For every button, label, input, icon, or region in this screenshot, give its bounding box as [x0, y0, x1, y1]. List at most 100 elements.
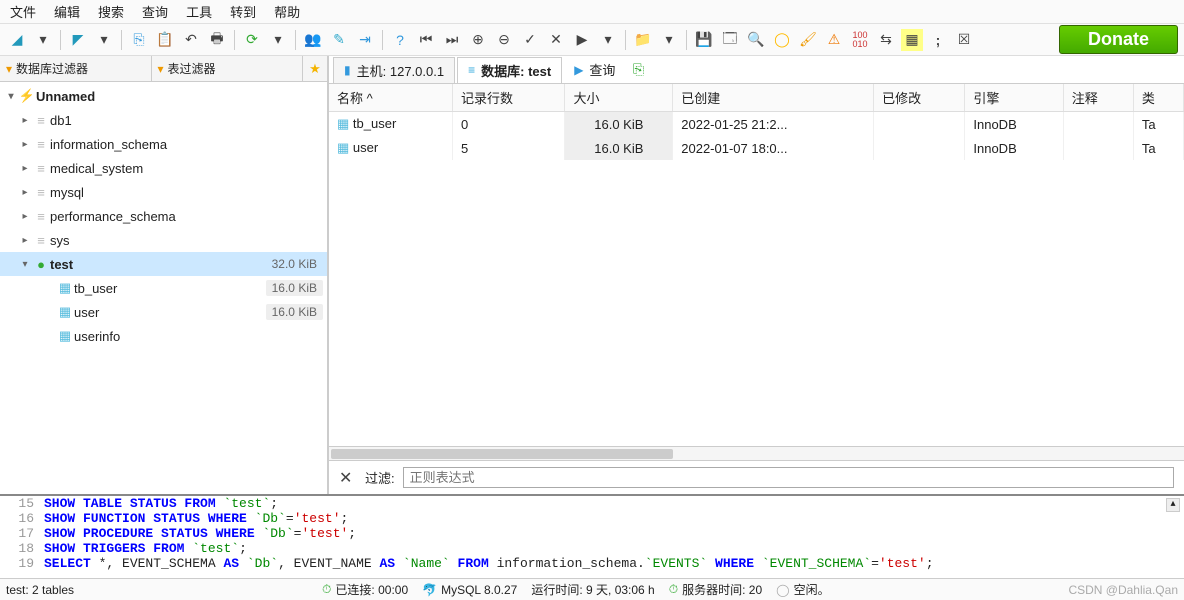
- server-icon: ⚡: [18, 88, 36, 104]
- copy-icon[interactable]: ⎘: [128, 29, 150, 51]
- edit-icon[interactable]: ✎: [328, 29, 350, 51]
- dropdown-icon[interactable]: ▾: [658, 29, 680, 51]
- watermark: CSDN @Dahlia.Qan: [1068, 583, 1178, 597]
- add-icon[interactable]: ⊕: [467, 29, 489, 51]
- column-header[interactable]: 记录行数: [452, 84, 564, 112]
- warning-icon[interactable]: ⚠: [823, 29, 845, 51]
- db-node-selected[interactable]: ▾ ● test 32.0 KiB: [0, 252, 327, 276]
- horizontal-scrollbar[interactable]: [329, 446, 1184, 460]
- highlight-icon[interactable]: ▦: [901, 29, 923, 51]
- db-node[interactable]: ▸ ≡ medical_system: [0, 156, 327, 180]
- table-icon: ▦: [56, 328, 74, 344]
- db-node[interactable]: ▸ ≡ sys: [0, 228, 327, 252]
- table-node[interactable]: ▦ user 16.0 KiB: [0, 300, 327, 324]
- database-icon: ≡: [32, 209, 50, 224]
- chevron-down-icon: ▾: [18, 259, 32, 270]
- disconnect-icon[interactable]: ◤: [67, 29, 89, 51]
- run-icon[interactable]: ▶: [571, 29, 593, 51]
- sql-line: 15SHOW TABLE STATUS FROM `test`;: [0, 496, 1184, 511]
- table-node[interactable]: ▦ tb_user 16.0 KiB: [0, 276, 327, 300]
- table-row[interactable]: ▦ tb_user 0 16.0 KiB 2022-01-25 21:2...I…: [329, 112, 1184, 137]
- status-uptime: 运行时间: 9 天, 03:06 h: [531, 581, 654, 598]
- host-tab[interactable]: ▮ 主机: 127.0.0.1: [333, 57, 455, 83]
- menu-goto[interactable]: 转到: [230, 2, 256, 21]
- menu-tools[interactable]: 工具: [186, 2, 212, 21]
- filter-input[interactable]: [403, 467, 1174, 488]
- first-icon[interactable]: ⏮: [415, 29, 437, 51]
- menu-query[interactable]: 查询: [142, 2, 168, 21]
- chevron-right-icon: ▸: [18, 139, 32, 150]
- users-icon[interactable]: 👥: [302, 29, 324, 51]
- menu-edit[interactable]: 编辑: [54, 2, 80, 21]
- menu-search[interactable]: 搜索: [98, 2, 124, 21]
- database-icon: ≡: [32, 161, 50, 176]
- cancel-icon[interactable]: ✕: [545, 29, 567, 51]
- undo-icon[interactable]: ↶: [180, 29, 202, 51]
- dropdown-icon[interactable]: ▾: [267, 29, 289, 51]
- cursor-icon[interactable]: ◯: [771, 29, 793, 51]
- close-icon[interactable]: ☒: [953, 29, 975, 51]
- remove-icon[interactable]: ⊖: [493, 29, 515, 51]
- table-filter-tab[interactable]: ▾表过滤器: [152, 56, 304, 81]
- column-header[interactable]: 大小: [565, 84, 673, 112]
- db-node[interactable]: ▸ ≡ db1: [0, 108, 327, 132]
- play-icon: ▶: [574, 63, 583, 77]
- favorites-icon[interactable]: ★: [303, 56, 327, 81]
- menu-help[interactable]: 帮助: [274, 2, 300, 21]
- status-server: 🐬MySQL 8.0.27: [422, 583, 517, 597]
- binary-icon[interactable]: 100010: [849, 29, 871, 51]
- database-tab[interactable]: ≡ 数据库: test: [457, 57, 562, 83]
- wrap-icon[interactable]: ⇆: [875, 29, 897, 51]
- dropdown-icon[interactable]: ▾: [597, 29, 619, 51]
- help-icon[interactable]: ?: [389, 29, 411, 51]
- close-icon[interactable]: ✕: [339, 468, 357, 488]
- column-header[interactable]: 注释: [1063, 84, 1133, 112]
- dropdown-icon[interactable]: ▾: [93, 29, 115, 51]
- connection-node[interactable]: ▾ ⚡ Unnamed: [0, 84, 327, 108]
- window-icon[interactable]: 🗔: [719, 29, 741, 51]
- menu-file[interactable]: 文件: [10, 2, 36, 21]
- db-node[interactable]: ▸ ≡ information_schema: [0, 132, 327, 156]
- save-icon[interactable]: 💾: [693, 29, 715, 51]
- chevron-right-icon: ▸: [18, 235, 32, 246]
- column-header[interactable]: 已创建: [673, 84, 874, 112]
- table-row[interactable]: ▦ user 5 16.0 KiB 2022-01-07 18:0...Inno…: [329, 136, 1184, 160]
- db-node[interactable]: ▸ ≡ performance_schema: [0, 204, 327, 228]
- dropdown-icon[interactable]: ▾: [32, 29, 54, 51]
- semicolon-icon[interactable]: ;: [927, 29, 949, 51]
- column-header[interactable]: 类: [1133, 84, 1183, 112]
- sql-log[interactable]: ▴ 15SHOW TABLE STATUS FROM `test`; 16SHO…: [0, 494, 1184, 578]
- content-tabs: ▮ 主机: 127.0.0.1 ≡ 数据库: test ▶ 查询 ⎘: [329, 56, 1184, 84]
- column-header[interactable]: 已修改: [874, 84, 965, 112]
- paste-icon[interactable]: 📋: [154, 29, 176, 51]
- table-node[interactable]: ▦ userinfo: [0, 324, 327, 348]
- column-header[interactable]: 名称 ^: [329, 84, 452, 112]
- database-icon: ≡: [32, 185, 50, 200]
- column-header[interactable]: 引擎: [965, 84, 1063, 112]
- search-icon[interactable]: 🔍: [745, 29, 767, 51]
- scroll-up-icon[interactable]: ▴: [1166, 498, 1180, 512]
- filter-label: 过滤:: [365, 468, 395, 487]
- toolbar: ◢ ▾ ◤ ▾ ⎘ 📋 ↶ 🖶 ⟳ ▾ 👥 ✎ ⇥ ? ⏮ ⏭ ⊕ ⊖ ✓ ✕ …: [0, 24, 1184, 56]
- database-icon: ≡: [32, 233, 50, 248]
- table-icon: ▦: [56, 304, 74, 320]
- db-node[interactable]: ▸ ≡ mysql: [0, 180, 327, 204]
- folder-icon[interactable]: 📁: [632, 29, 654, 51]
- new-tab-icon[interactable]: ⎘: [627, 59, 649, 81]
- donate-button[interactable]: Donate: [1059, 25, 1178, 54]
- query-tab[interactable]: ▶ 查询: [564, 57, 625, 83]
- chevron-down-icon: ▾: [4, 91, 18, 102]
- brush-icon[interactable]: 🖌: [797, 29, 819, 51]
- last-icon[interactable]: ⏭: [441, 29, 463, 51]
- status-connected: ⏱已连接: 00:00: [322, 581, 408, 598]
- db-filter-tab[interactable]: ▾数据库过滤器: [0, 56, 152, 81]
- menu-bar: 文件 编辑 搜索 查询 工具 转到 帮助: [0, 0, 1184, 24]
- export-icon[interactable]: ⇥: [354, 29, 376, 51]
- chevron-right-icon: ▸: [18, 211, 32, 222]
- database-icon: ≡: [32, 137, 50, 152]
- print-icon[interactable]: 🖶: [206, 29, 228, 51]
- connect-icon[interactable]: ◢: [6, 29, 28, 51]
- refresh-icon[interactable]: ⟳: [241, 29, 263, 51]
- check-icon[interactable]: ✓: [519, 29, 541, 51]
- table-list: 名称 ^记录行数大小已创建已修改引擎注释类 ▦ tb_user 0 16.0 K…: [329, 84, 1184, 446]
